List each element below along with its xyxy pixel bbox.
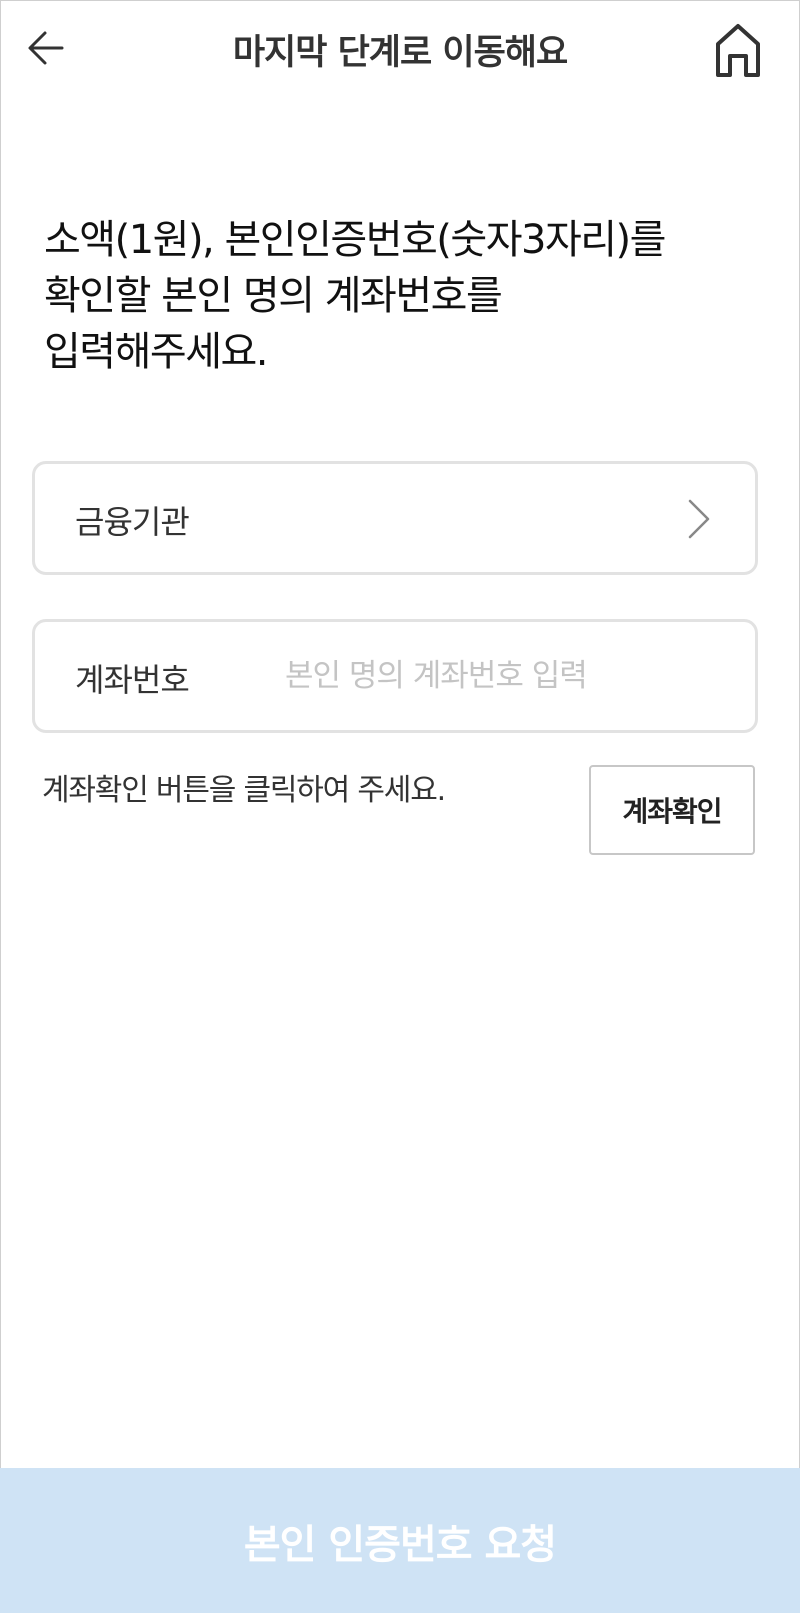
home-icon xyxy=(716,24,760,77)
header: 마지막 단계로 이동해요 xyxy=(0,0,800,96)
account-label: 계좌번호 xyxy=(75,661,190,699)
account-field: 계좌번호 xyxy=(32,619,758,733)
page-title: 마지막 단계로 이동해요 xyxy=(232,33,568,73)
verify-account-button[interactable]: 계좌확인 xyxy=(589,765,755,855)
instruction-text: 소액(1원), 본인인증번호(숫자3자리)를 확인할 본인 명의 계좌번호를 입… xyxy=(44,217,666,375)
institution-selector[interactable]: 금융기관 xyxy=(32,461,758,575)
arrow-left-icon xyxy=(28,31,64,65)
back-button[interactable] xyxy=(18,20,74,76)
chevron-right-icon xyxy=(688,499,710,539)
account-number-input[interactable] xyxy=(285,648,725,704)
verify-hint-text: 계좌확인 버튼을 클릭하여 주세요. xyxy=(42,773,446,808)
request-verification-code-button[interactable]: 본인 인증번호 요청 xyxy=(0,1468,800,1613)
home-button[interactable] xyxy=(704,16,772,84)
institution-label: 금융기관 xyxy=(75,503,190,541)
